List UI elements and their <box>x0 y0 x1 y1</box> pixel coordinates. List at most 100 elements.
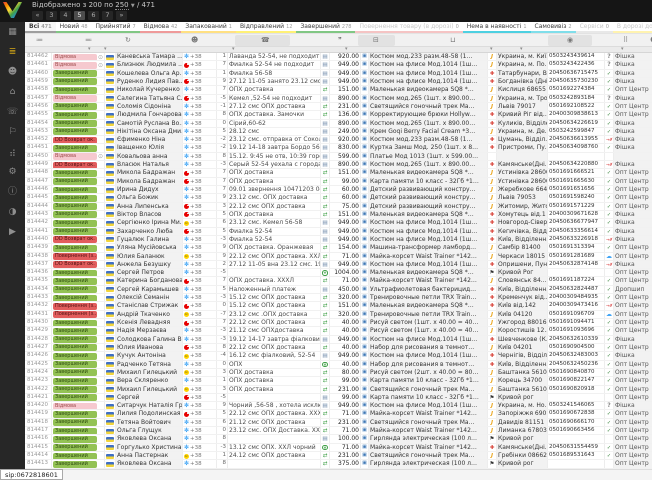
status-cell[interactable]: Завершений <box>52 336 105 343</box>
phone-cell[interactable]: ✻+38 <box>183 336 217 343</box>
delivery-city[interactable] <box>497 153 548 160</box>
delivery-city[interactable]: Давидів 81151 <box>497 419 548 426</box>
customer-name[interactable]: Олексій Семанін <box>116 294 183 301</box>
table-row[interactable]: 814418ЗавершенийТетяна Войтович✻+38621.1… <box>25 419 652 427</box>
order-note[interactable]: Лаванда 52-54, не подходит <box>228 53 321 60</box>
delivery-city[interactable]: Кривий Ріг від... <box>497 111 548 118</box>
product-name[interactable]: Костюм на флисе Мод.1014 (1ш… <box>369 228 488 235</box>
order-note[interactable]: 16.12 смс фіалковий, 52-54 <box>228 352 321 359</box>
tracking-number[interactable]: 0503243422436 <box>548 61 605 68</box>
phone-cell[interactable]: ✻+38 <box>183 136 217 143</box>
product-name[interactable]: Маленькая видеокамера SQ8 *… <box>369 169 488 176</box>
product-name[interactable]: Светящийся гоночный трек Ма… <box>369 452 488 459</box>
product-name[interactable]: Костюм на флисе Мод.1014 (1ш… <box>369 219 488 226</box>
tracking-number[interactable]: 20450632450236 <box>548 361 605 368</box>
customer-name[interactable]: Нікітіна Оксана Дми... <box>116 128 183 135</box>
customer-name[interactable]: Анжела Безушку <box>116 261 183 268</box>
product-name[interactable]: Майка-корсет Waist Trainer *142… <box>369 277 488 284</box>
phone-cell[interactable]: ✻+38 <box>183 128 217 135</box>
product-name[interactable]: Костюм мод.265 (1шт. х 890.00… <box>369 120 488 127</box>
table-row[interactable]: 814427ЗавершенийЮлия Иванова+38822.12 см… <box>25 344 652 352</box>
delivery-city[interactable]: Коростишів 12... <box>497 327 548 334</box>
product-name[interactable]: Рисуй светом (1шт. х 40.00 = 40… <box>369 327 488 334</box>
tracking-number[interactable]: 0501691313394 <box>548 244 605 251</box>
order-note[interactable]: ОПХ доставка <box>228 169 321 176</box>
delivery-city[interactable]: Новгород-Сівер... <box>497 219 548 226</box>
phone-cell[interactable]: ✻+38 <box>183 120 217 127</box>
status-cell[interactable]: Завершений <box>52 269 105 276</box>
product-name[interactable]: Маленькая видеокамера SQ8 *… <box>369 269 488 276</box>
status-cell[interactable]: Повернення (з.. <box>52 253 105 260</box>
phone-cell[interactable]: ✻+38 <box>183 53 217 60</box>
order-note[interactable]: 27.12 11-05 занято 23.12 смс ... <box>228 78 321 85</box>
table-row[interactable]: 814443ЗавершенийВіктор Власов+385ОПХ дос… <box>25 211 652 219</box>
table-row[interactable]: 814451ЗавершенийІващенко Юлія✻+38-219.12… <box>25 144 652 152</box>
tracking-number[interactable]: 20450633356614 <box>548 228 605 235</box>
tracking-number[interactable] <box>548 153 605 160</box>
order-note[interactable] <box>228 269 321 276</box>
tracking-number[interactable]: 20400309671628 <box>548 211 605 218</box>
delivery-city[interactable]: Баштанка 56101 <box>497 369 548 376</box>
page-button-3[interactable]: 3 <box>46 11 57 20</box>
delivery-city[interactable]: Кривой рог <box>497 394 548 401</box>
table-row[interactable]: 814453ЗавершенийНікітіна Оксана Дми...✻+… <box>25 128 652 136</box>
delivery-city[interactable]: Ужгород 88016 <box>497 319 548 326</box>
first-page-button[interactable]: « <box>32 11 43 20</box>
table-row[interactable]: 814416ЗавершенийЯковлева Оксана✻+388▤100… <box>25 435 652 443</box>
phone-cell[interactable]: +38 <box>183 277 217 284</box>
phone-cell[interactable]: ✻+38 <box>183 377 217 384</box>
status-cell[interactable]: Завершений <box>52 103 105 110</box>
tracking-number[interactable]: 0501690672838 <box>548 410 605 417</box>
table-row[interactable]: 814422ЗавершенийМихаил Гилецькийlc+383ОП… <box>25 386 652 394</box>
product-name[interactable]: Рисуй светом (2шт. х 40.00 = 80… <box>369 369 488 376</box>
tracking-number[interactable]: 20450634226619 <box>548 120 605 127</box>
page-button-6[interactable]: 6 <box>88 11 99 20</box>
table-row[interactable]: 814435ЗавершенийКатерина Богданова+387ОП… <box>25 277 652 285</box>
delivery-city[interactable]: Шевченкове (К... <box>497 336 548 343</box>
delivery-city[interactable]: Чернігів, Відділ... <box>497 352 548 359</box>
tracking-number[interactable]: 0501691096709 <box>548 311 605 318</box>
status-cell[interactable]: Завершений <box>52 211 105 218</box>
delivery-city[interactable]: Київ від.142 <box>497 302 548 309</box>
delivery-city[interactable]: Жеребкове 664... <box>497 186 548 193</box>
page-button-5[interactable]: 5 <box>74 11 85 20</box>
delivery-city[interactable]: Украина, м. Но... <box>497 402 548 409</box>
product-name[interactable]: Костюм мод.233 разм.48-58 (1… <box>369 136 488 143</box>
delivery-city[interactable]: Украина, м. Киї... <box>497 53 548 60</box>
customer-name[interactable]: Михаил Гилецький <box>116 386 183 393</box>
customer-name[interactable]: Вера Скляренко <box>116 377 183 384</box>
order-note[interactable]: 24.12 смс ОПХ доставка <box>228 452 321 459</box>
customer-name[interactable]: Каневська Тамара ... <box>116 53 183 60</box>
tab-Повернення товару (в дорозі)[interactable]: Повернення товару (в дорозі)0 <box>355 22 462 33</box>
status-cell[interactable]: Повернення (з.. <box>52 302 105 309</box>
product-name[interactable]: Светящийся гоночный трек Ма… <box>369 419 488 426</box>
order-note[interactable]: 23.12 смс .ОПХ доставка <box>228 311 321 318</box>
product-name[interactable]: Майка-корсет Waist Trainer *142… <box>369 410 488 417</box>
status-cell[interactable]: DD Возврат ок. <box>52 261 105 268</box>
tracking-number[interactable]: 20450632824487 <box>548 286 605 293</box>
table-row[interactable]: 814421ЗавершенийСергей+38-5▤99.00▣Карта … <box>25 394 652 402</box>
status-cell[interactable]: Відмова <box>52 402 105 409</box>
table-row[interactable]: 814452DD Возврат ок.Єфименко Ніна✻+38-22… <box>25 136 652 144</box>
tracking-number[interactable]: 0501691598240 <box>548 194 605 201</box>
phone-cell[interactable]: +38 <box>183 344 217 351</box>
phone-cell[interactable]: lc+38 <box>183 311 217 318</box>
tracking-number[interactable]: 0501690840870 <box>548 369 605 376</box>
order-note[interactable]: 09.01 звернення 10471203 04… <box>228 186 321 193</box>
page-button-4[interactable]: 4 <box>60 11 71 20</box>
table-row[interactable]: 814429ЗавершенийНадія Мерзаєва✻+38-321.1… <box>25 327 652 335</box>
tab-Запакований[interactable]: Запакований1 <box>181 22 236 33</box>
tab-Завершений[interactable]: Завершений278 <box>296 22 355 33</box>
delivery-city[interactable]: Кегичівка, Відді... <box>497 228 548 235</box>
tracking-number[interactable]: 0501690663456 <box>548 427 605 434</box>
status-cell[interactable]: Завершений <box>52 460 105 467</box>
tab-Прийнятий[interactable]: Прийнятий7 <box>92 22 140 33</box>
delivery-city[interactable]: Житомир, Жито... <box>497 203 548 210</box>
order-note[interactable]: 13.12 смс ОПХ. ХХЛ чорний <box>228 444 321 451</box>
phone-cell[interactable]: lc+38 <box>183 369 217 376</box>
tracking-number[interactable]: 0501690822147 <box>548 377 605 384</box>
order-note[interactable]: 22.12 смс ОПХ доставка. ХХЛ <box>228 253 321 260</box>
filter-caret-icon[interactable]: ▾ <box>232 46 235 52</box>
table-row[interactable]: 814434ЗавершенийСергей Карамышев✻+385Нал… <box>25 286 652 294</box>
table-row[interactable]: 814457ВідмоваСалегина Татьяна С...+38-5К… <box>25 95 652 103</box>
